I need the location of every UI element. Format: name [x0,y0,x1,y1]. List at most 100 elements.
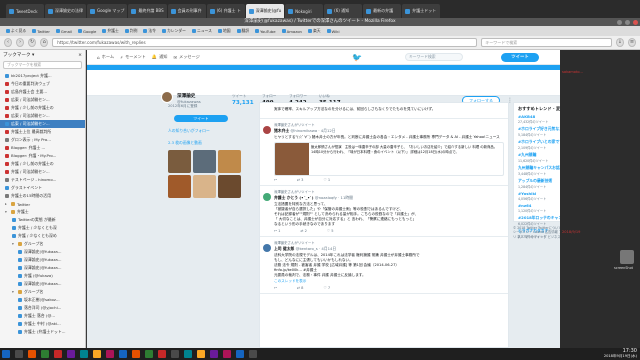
bookmark-tree-item[interactable]: Blogger: 弁護・My.Pro... [0,152,85,160]
reply-icon[interactable]: ↩ [274,286,277,290]
bookmark-tree-item[interactable]: 深澤諭史(@fukaza... [0,256,85,264]
reply-icon[interactable]: ↩ [274,178,277,182]
taskbar-app-icon[interactable] [80,350,88,358]
back-button[interactable]: ‹ [4,38,13,47]
photo-thumb[interactable] [193,175,216,198]
taskbar-app-icon[interactable] [93,350,101,358]
folder-toggle-icon[interactable]: ▾ [12,290,16,294]
retweet-icon[interactable]: ⇄ 3 [297,178,303,182]
bookmark-tree-item[interactable]: 深澤諭史(@fukaza... [0,248,85,256]
retweet-icon[interactable]: ⇄ 2 [300,229,306,233]
bookmark-tree-item[interactable]: 弁護 / 少し前の弁護士の [0,104,85,112]
twitter-bird-icon[interactable]: 🐦 [352,53,362,62]
bookmark-tree-item[interactable]: 弁護 (@fukaza) [0,272,85,280]
photos-videos-link[interactable]: 2.3 枚の画像と動画 [162,140,257,146]
bookmark-toolbar-item[interactable]: カレンダー [161,28,186,34]
show-thread-link[interactable]: このスレッドを表示 [274,279,504,284]
bookmark-tree-item[interactable]: 弁護 / 司法試験セン... [0,168,85,176]
sidebar-title[interactable]: ブックマーク ▾ [3,52,34,58]
bookmark-tree-item[interactable]: ▾ グループ名 [0,240,85,248]
photo-thumb[interactable] [193,150,216,173]
photo-thumb[interactable] [218,175,241,198]
close-window-button[interactable] [633,19,638,25]
bookmark-tree-item[interactable]: kk2017project 弁護... [0,72,85,80]
twitter-nav-home[interactable]: ⌂ ホーム [97,54,114,60]
taskbar-app-icon[interactable] [145,350,153,358]
taskbar-app-icon[interactable] [158,350,166,358]
tweet-avatar[interactable] [263,193,271,201]
folder-toggle-icon[interactable]: ▾ [12,242,16,246]
taskbar-app-icon[interactable] [54,350,62,358]
bookmark-toolbar-item[interactable]: よく見る [6,28,26,34]
bookmark-tree-item[interactable]: 深澤諭史(@fukaza... [0,264,85,272]
bookmark-tree-item[interactable]: グラストイベント [0,184,85,192]
taskbar-app-icon[interactable] [15,350,23,358]
browser-tab[interactable]: 弁護士ドット [402,4,441,18]
tweet-avatar[interactable] [263,126,271,134]
like-icon[interactable]: ♡ 5 [327,229,334,233]
like-icon[interactable]: ♡ 7 [323,286,330,290]
browser-tab[interactable]: 深澤諭史の法律 [45,4,86,18]
browser-tab[interactable]: Google マップ [87,4,128,18]
taskbar-app-icon[interactable] [171,350,179,358]
taskbar-app-icon[interactable] [106,350,114,358]
photo-thumb[interactable] [168,175,191,198]
reload-button[interactable]: ↻ [28,38,37,47]
like-icon[interactable]: ♡ 1 [323,178,330,182]
taskbar-app-icon[interactable] [28,350,36,358]
bookmark-toolbar-item[interactable]: Google [78,29,96,34]
twitter-nav-moments[interactable]: ⚡ モーメント [120,54,146,60]
bookmark-tree-item[interactable]: ▸ Twitter [0,200,85,208]
bookmark-tree-item[interactable]: ▾ グループ名 [0,288,85,296]
bookmark-tree-item[interactable]: 深澤諭史(@fukaza... [0,280,85,288]
folder-toggle-icon[interactable]: ▸ [5,202,9,206]
tweet-header[interactable]: 弁護士 かとう (•´_•`) @nozaloqfy · 11時間 [274,195,504,201]
bookmark-toolbar-item[interactable]: 翻訳 [236,28,249,34]
bookmark-tree-item[interactable]: 広東 / 司法試験セン... [0,120,85,128]
taskbar-app-icon[interactable] [67,350,75,358]
bookmark-tree-item[interactable]: 弁護 / 少し前の弁護士の [0,160,85,168]
browser-tab[interactable]: 深澤諭史(@fu [245,4,285,18]
bookmark-tree-item[interactable]: グロン表示 ; My Pro... [0,136,85,144]
bookmark-search-input[interactable]: ブックマークを検索 [3,61,82,69]
link-card[interactable]: 飯太郎鍋さんが怪演 主役は一味唐辛子の部 大量の唐辛子と、「おいしいお店を紹介」… [274,142,504,176]
browser-tab[interactable]: (6) 通知 [324,4,363,18]
taskbar-app-icon[interactable] [223,350,231,358]
bookmark-tree-item[interactable]: 弁護 / 少なくとも深め [0,232,85,240]
sidebar-close-icon[interactable]: × [78,53,82,58]
bookmark-toolbar-item[interactable]: ニュース [191,28,212,34]
bookmark-tree-item[interactable]: 広島弁護士会 主要... [0,88,85,96]
bookmark-toolbar-item[interactable]: 楽天 [307,28,321,34]
browser-tab[interactable]: (6) 弁護士 ト [206,4,245,18]
folder-toggle-icon[interactable]: ▾ [5,210,9,214]
bookmark-toolbar-item[interactable]: 判例 [124,28,137,34]
taskbar-app-icon[interactable] [119,350,127,358]
bookmark-toolbar-item[interactable]: Gmail [55,29,72,34]
bookmark-tree-item[interactable]: 弁護士 / 少なくとも深 [0,224,85,232]
bookmark-toolbar-item[interactable]: 弁護士 [102,28,119,34]
bookmark-tree-item[interactable]: 今日の重要判決ウェブ [0,80,85,88]
maximize-button[interactable] [625,19,630,25]
menu-icon[interactable]: ≡ [627,38,636,47]
taskbar-app-icon[interactable] [132,350,140,358]
bookmark-toolbar-item[interactable]: Wiki [326,29,340,34]
desktop-file-icon[interactable] [620,250,634,264]
taskbar-app-icon[interactable] [210,350,218,358]
compose-tweet-button[interactable]: ツイート [501,53,539,62]
followers-you-know-link[interactable]: 人の知り合いがフォロー [162,128,257,134]
bookmark-tree-item[interactable]: 坂本正樹(@sakoz... [0,296,85,304]
bookmark-tree-item[interactable]: 落合洋司 (@yjochi... [0,304,85,312]
bookmark-toolbar-item[interactable]: 法令 [143,28,156,34]
tweet-to-button[interactable]: ツイート [174,115,228,122]
bookmark-tree-item[interactable]: 弁護士上位 最高裁判所 [0,128,85,136]
bookmark-toolbar-item[interactable]: Amazon [281,29,302,34]
url-bar[interactable]: https://twitter.com/fukazawas/with_repli… [52,38,478,47]
bookmark-tree-item[interactable]: Twitterの実態 が最新 [0,216,85,224]
bookmark-tree-item[interactable]: 広東 / 司法試験セン... [0,112,85,120]
photo-thumb[interactable] [168,150,191,173]
taskbar-app-icon[interactable] [184,350,192,358]
tweet-author[interactable]: 猪木弁士 [274,128,289,133]
tweet-author[interactable]: 上司 健太郎 [274,246,294,251]
photo-thumb[interactable] [218,150,241,173]
bookmark-tree-item[interactable]: Blogger: 弁護士 ... [0,144,85,152]
